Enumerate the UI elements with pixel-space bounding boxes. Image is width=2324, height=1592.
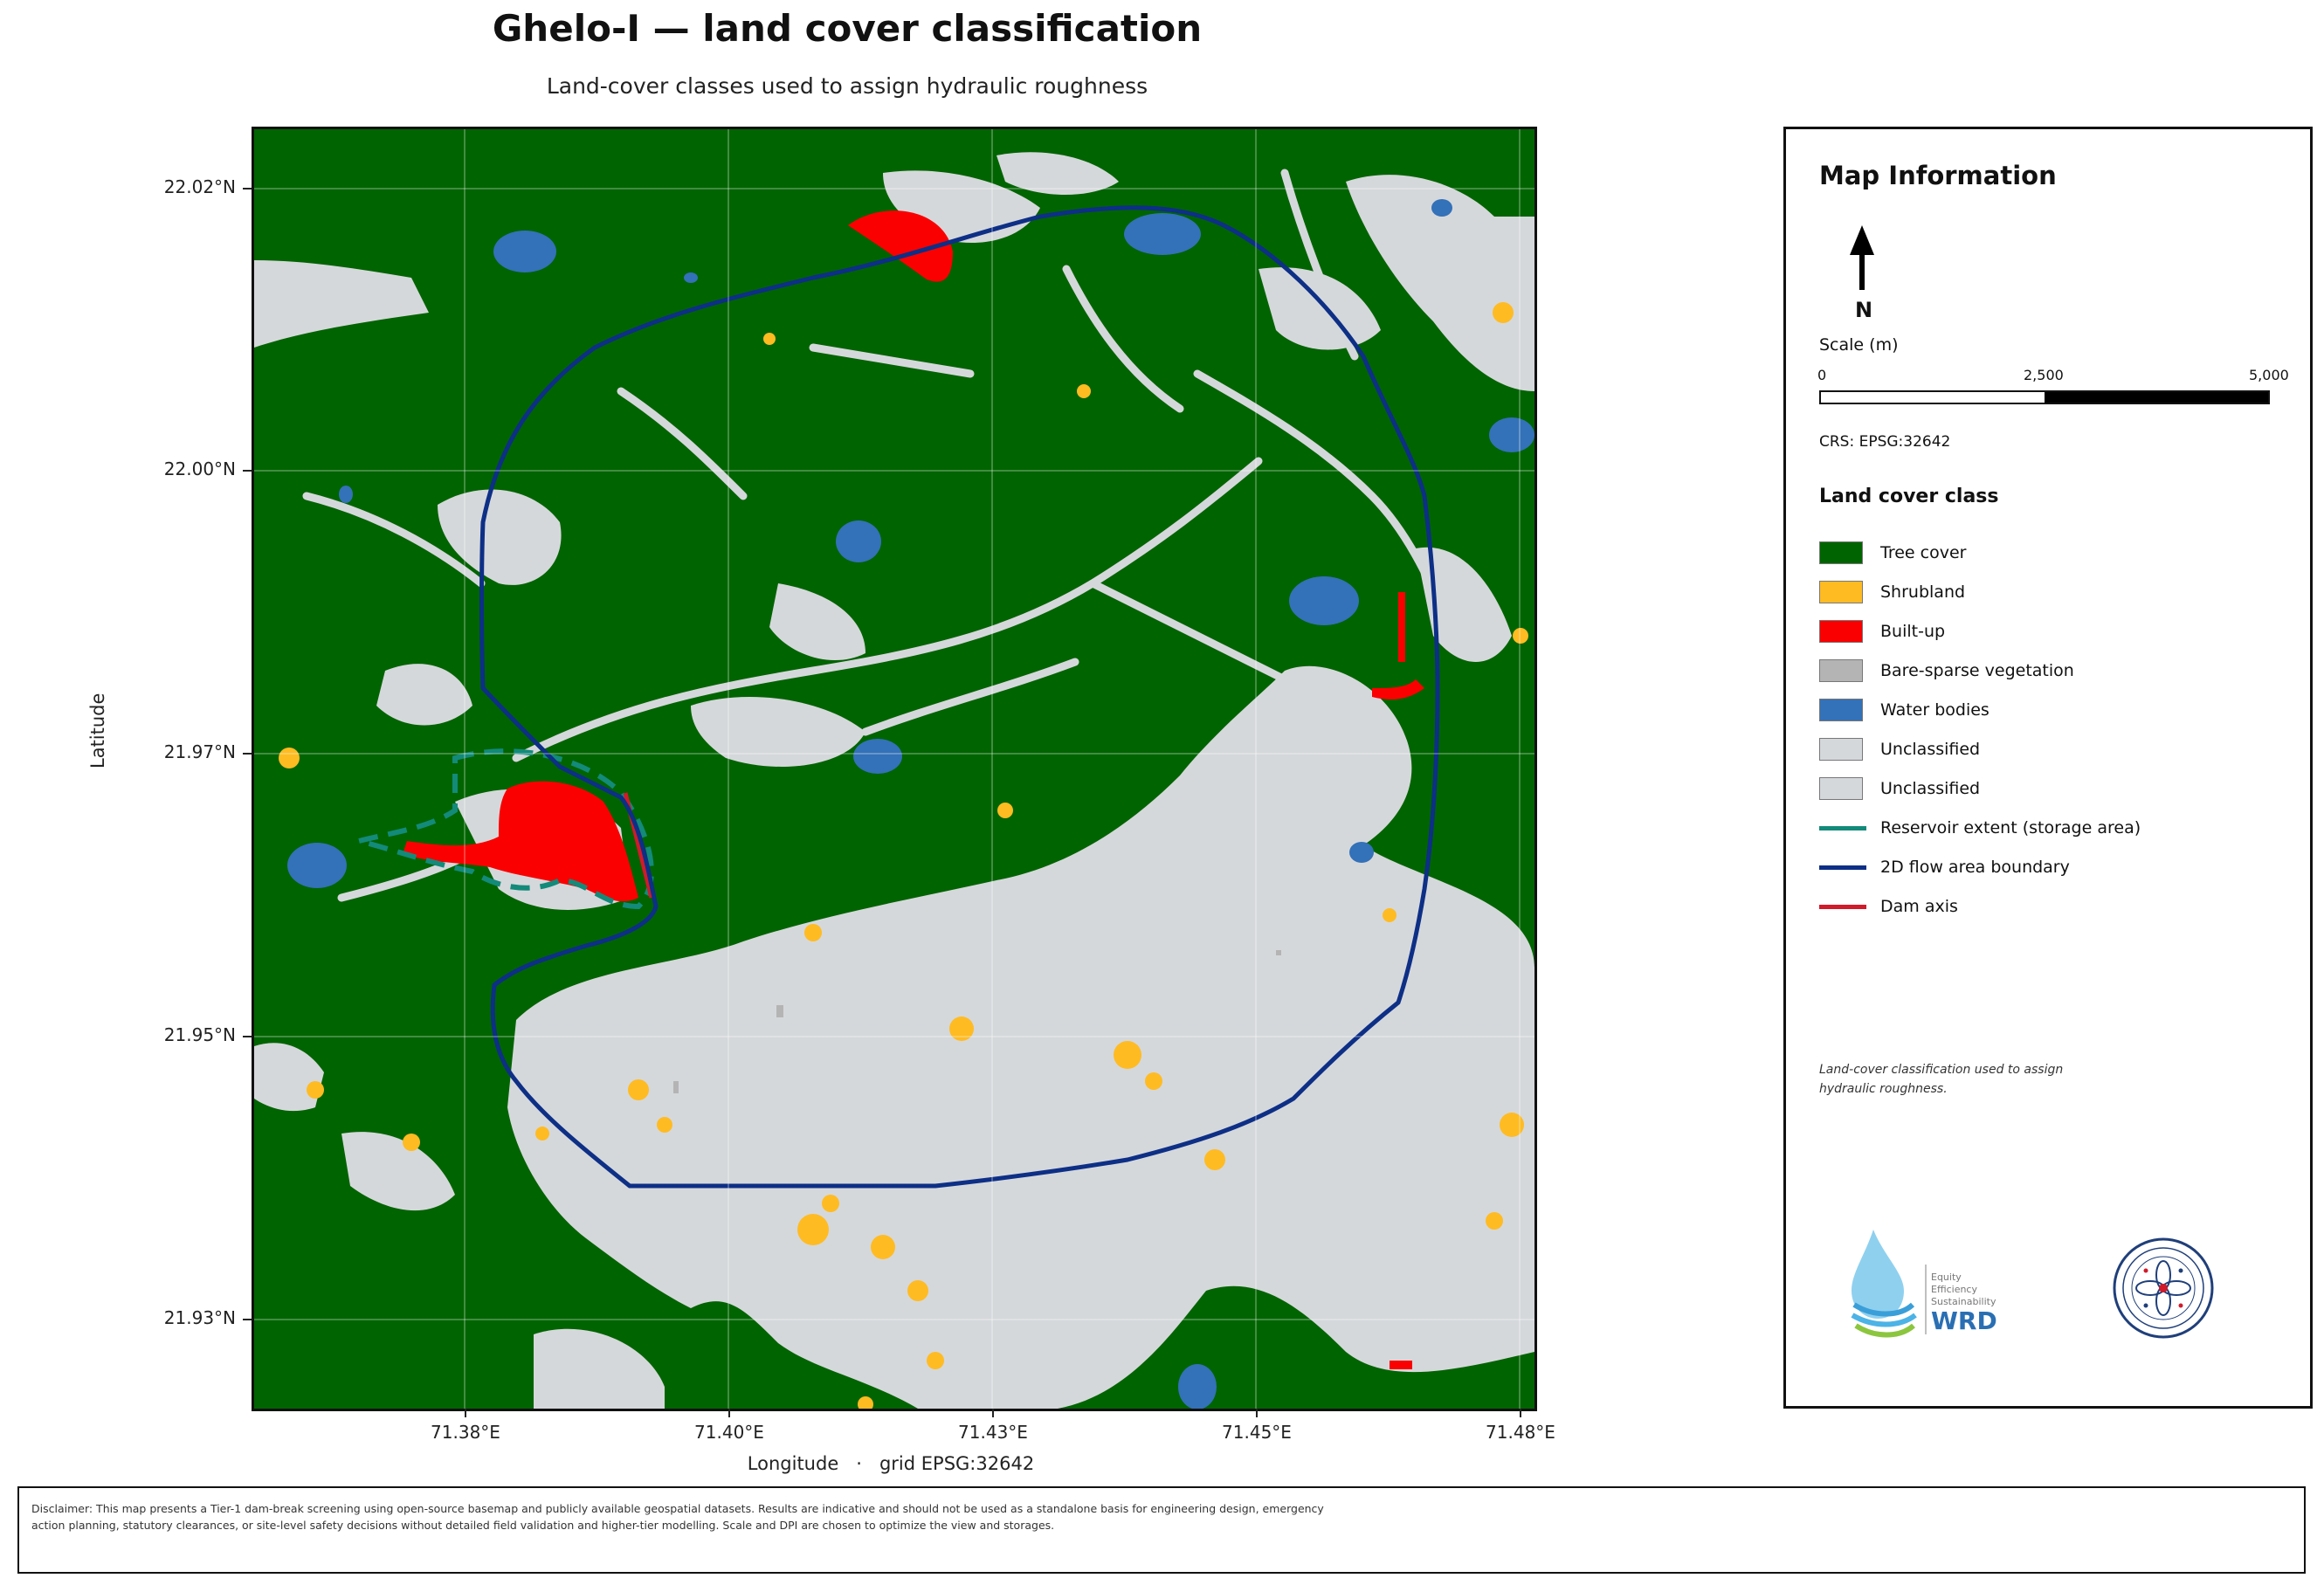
legend-label: Unclassified bbox=[1880, 740, 1981, 759]
map-subtitle: Land-cover classes used to assign hydrau… bbox=[546, 73, 1148, 99]
crs-label: CRS: EPSG:32642 bbox=[1819, 433, 1951, 451]
disclaimer-box: Disclaimer: This map presents a Tier-1 d… bbox=[17, 1486, 2306, 1574]
x-tick-mark bbox=[1256, 1409, 1258, 1417]
scale-label: Scale (m) bbox=[1819, 335, 1899, 355]
x-tick-label: 71.43°E bbox=[958, 1422, 1028, 1443]
logo-line1: Equity bbox=[1931, 1272, 1962, 1283]
land-cover-raster bbox=[254, 129, 1534, 1409]
x-tick-label: 71.48°E bbox=[1486, 1422, 1555, 1443]
legend-item-dam-axis: Dam axis bbox=[1819, 893, 2273, 920]
x-tick-mark bbox=[1520, 1409, 1521, 1417]
legend-item-tree-cover: Tree cover bbox=[1819, 540, 2273, 566]
x-tick-mark bbox=[465, 1409, 466, 1417]
scale-tick-label: 2,500 bbox=[2024, 367, 2064, 383]
disclaimer-text: Disclaimer: This map presents a Tier-1 d… bbox=[31, 1502, 1324, 1532]
legend-label: 2D flow area boundary bbox=[1880, 858, 2070, 877]
y-tick-label: 22.00°N bbox=[163, 458, 236, 479]
y-tick-mark bbox=[243, 1319, 252, 1320]
legend-item-unclassified: Unclassified bbox=[1819, 736, 2273, 762]
x-tick-label: 71.45°E bbox=[1222, 1422, 1292, 1443]
legend-item-built-up: Built-up bbox=[1819, 618, 2273, 644]
legend-swatch bbox=[1819, 659, 1863, 682]
legend-swatch bbox=[1819, 738, 1863, 761]
scale-bar bbox=[1819, 390, 2270, 404]
legend-swatch bbox=[1819, 541, 1863, 564]
legend-label: Reservoir extent (storage area) bbox=[1880, 818, 2141, 837]
legend-line bbox=[1819, 826, 1866, 830]
legend-item-bare-sparse: Bare-sparse vegetation bbox=[1819, 658, 2273, 684]
legend-item-unclassified: Unclassified bbox=[1819, 775, 2273, 802]
x-tick-label: 71.40°E bbox=[694, 1422, 764, 1443]
panel-title: Map Information bbox=[1819, 161, 2057, 190]
y-tick-label: 21.95°N bbox=[163, 1024, 236, 1045]
legend-label: Unclassified bbox=[1880, 779, 1981, 798]
land-cover-map[interactable] bbox=[252, 127, 1537, 1411]
legend-label: Tree cover bbox=[1880, 543, 1967, 562]
y-axis-label: Latitude bbox=[87, 693, 108, 768]
legend-item-water: Water bodies bbox=[1819, 697, 2273, 723]
legend-item-flow-boundary: 2D flow area boundary bbox=[1819, 854, 2273, 880]
legend-swatch bbox=[1819, 699, 1863, 721]
north-arrow-icon bbox=[1850, 225, 1874, 290]
y-tick-label: 21.97°N bbox=[163, 741, 236, 762]
seal-logo bbox=[2113, 1237, 2214, 1339]
scale-tick-label: 0 bbox=[1817, 367, 1827, 383]
y-tick-mark bbox=[243, 470, 252, 472]
legend-label: Shrubland bbox=[1880, 582, 1966, 602]
map-title: Ghelo-I — land cover classification bbox=[492, 7, 1203, 50]
legend-label: Built-up bbox=[1880, 622, 1946, 641]
legend-line bbox=[1819, 905, 1866, 909]
y-tick-mark bbox=[243, 1036, 252, 1037]
x-tick-mark bbox=[728, 1409, 730, 1417]
north-label: N bbox=[1855, 298, 1873, 322]
legend-title: Land cover class bbox=[1819, 486, 1999, 507]
logo-brand: WRD bbox=[1931, 1306, 1997, 1335]
y-tick-mark bbox=[243, 753, 252, 755]
legend-item-shrubland: Shrubland bbox=[1819, 579, 2273, 605]
wrd-logo: Equity Efficiency Sustainability WRD bbox=[1851, 1230, 1997, 1338]
legend-label: Dam axis bbox=[1880, 897, 1958, 916]
legend-swatch bbox=[1819, 581, 1863, 603]
x-tick-label: 71.38°E bbox=[431, 1422, 500, 1443]
legend-label: Water bodies bbox=[1880, 700, 1990, 720]
y-tick-mark bbox=[243, 188, 252, 190]
map-information-panel: Map Information N Scale (m) 0 2,500 5,00… bbox=[1783, 127, 2313, 1409]
y-tick-label: 21.93°N bbox=[163, 1307, 236, 1328]
legend-label: Bare-sparse vegetation bbox=[1880, 661, 2074, 680]
legend-swatch bbox=[1819, 620, 1863, 643]
x-tick-mark bbox=[992, 1409, 994, 1417]
legend-swatch bbox=[1819, 777, 1863, 800]
legend-line bbox=[1819, 865, 1866, 870]
scale-tick-label: 5,000 bbox=[2249, 367, 2289, 383]
legend-note: Land-cover classification used to assign… bbox=[1819, 1063, 2064, 1096]
legend-item-reservoir: Reservoir extent (storage area) bbox=[1819, 815, 2273, 841]
y-tick-label: 22.02°N bbox=[163, 176, 236, 197]
x-axis-label: Longitude · grid EPSG:32642 bbox=[747, 1453, 1035, 1474]
logo-line2: Efficiency bbox=[1931, 1284, 1977, 1295]
